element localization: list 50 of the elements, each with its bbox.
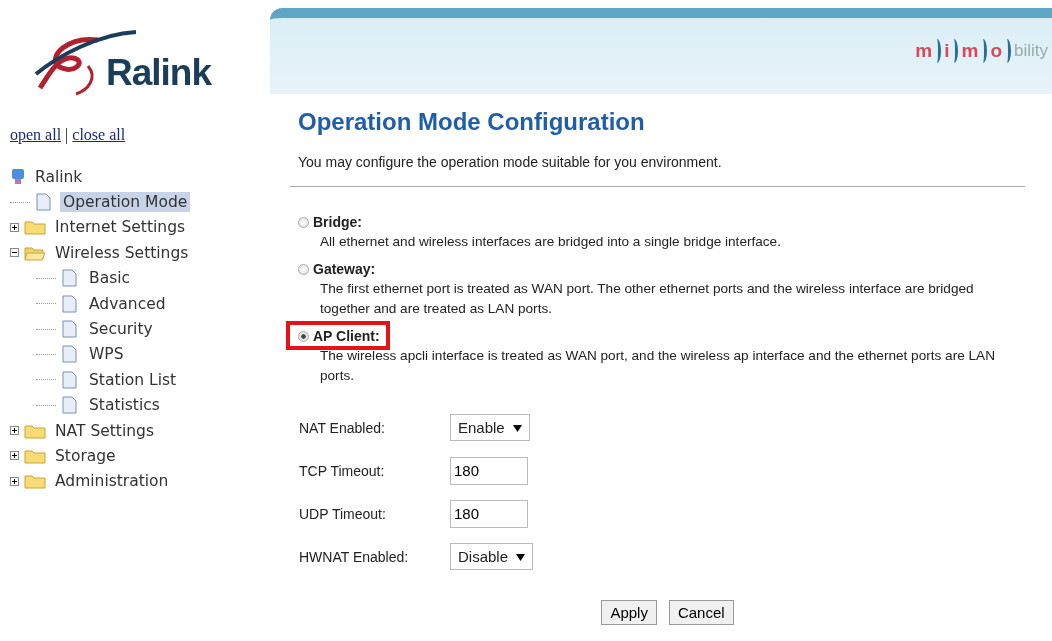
option-description: The first ethernet port is treated as WAN port. The other ethernet ports and the wireless interface are bridged together and are treated as LAN ports. <box>319 280 975 318</box>
dropdown[interactable]: Disable <box>450 543 534 570</box>
input-field[interactable]: 180 <box>450 499 528 528</box>
option-label: Bridge: <box>313 214 362 230</box>
computer-icon <box>10 167 26 186</box>
expander-icon[interactable] <box>10 426 22 436</box>
option-label: AP Client: <box>313 328 380 344</box>
input-field[interactable]: 180 <box>450 456 528 485</box>
tree-item[interactable]: Station List <box>86 369 180 390</box>
tree-item[interactable]: Security <box>86 319 156 340</box>
folder-icon <box>24 422 46 439</box>
tree-item[interactable]: NAT Settings <box>52 420 157 441</box>
option-description: All ethernet and wireless interfaces are bridged into a single bridge interface. <box>319 233 782 251</box>
expander-icon[interactable] <box>10 451 22 461</box>
brand-name: Ralink <box>106 52 212 94</box>
folder-icon <box>24 219 46 236</box>
radio-button[interactable] <box>298 263 309 275</box>
folder-icon <box>24 448 46 464</box>
dropdown[interactable]: Enable <box>450 414 530 441</box>
radio-button[interactable] <box>298 330 309 342</box>
tree-item[interactable]: Operation Mode <box>60 192 191 213</box>
radio-button[interactable] <box>298 216 309 228</box>
tree-item[interactable]: Ralink <box>32 166 86 187</box>
field-label: HWNAT Enabled: <box>299 548 410 565</box>
tree-item[interactable]: Wireless Settings <box>52 242 192 263</box>
open-folder-icon <box>24 244 46 261</box>
form-button[interactable]: Apply <box>601 600 657 625</box>
caret-icon <box>516 552 526 561</box>
caret-icon <box>512 423 522 432</box>
tree-link[interactable]: open all <box>10 126 62 144</box>
form-button[interactable]: Cancel <box>668 600 734 625</box>
brand-logo: m i m o bility <box>915 39 1048 63</box>
expander-icon[interactable] <box>10 476 22 486</box>
tree-item[interactable]: Administration <box>52 471 172 492</box>
page-title: Operation Mode Configuration <box>298 108 646 136</box>
link-separator: | <box>65 126 69 144</box>
tree-item[interactable]: Basic <box>86 268 134 289</box>
option-label: Gateway: <box>313 261 376 277</box>
field-label: NAT Enabled: <box>299 419 386 436</box>
tree-item[interactable]: Statistics <box>86 395 163 416</box>
page-description: You may configure the operation mode suitable for you environment. <box>298 154 723 170</box>
expander-icon[interactable] <box>10 222 22 232</box>
tree-item[interactable]: Storage <box>52 446 119 466</box>
folder-icon <box>24 473 46 490</box>
tree-item[interactable]: WPS <box>86 344 127 365</box>
option-description: The wireless apcli interface is treated as WAN port, and the wireless ap interface and the ethernet ports are LAN ports. <box>319 347 996 385</box>
expander-icon[interactable] <box>10 248 22 258</box>
tree-item[interactable]: Internet Settings <box>52 217 189 238</box>
tree-link[interactable]: close all <box>72 126 126 144</box>
tree-item[interactable]: Advanced <box>86 293 169 314</box>
